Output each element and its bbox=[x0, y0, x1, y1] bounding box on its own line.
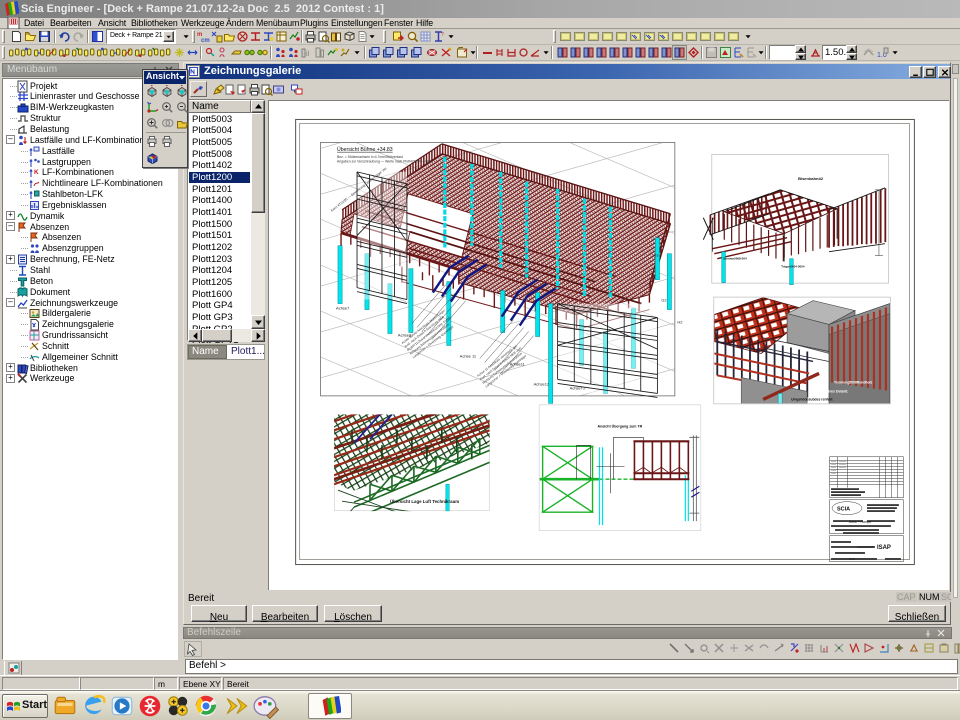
svg-text:Achse7: Achse7 bbox=[336, 306, 350, 311]
svg-text:Deck + Rampe: Deck + Rampe bbox=[849, 520, 872, 524]
svg-text:Bisenbahnö2: Bisenbahnö2 bbox=[798, 176, 824, 181]
svg-text:Übersicht Lage Luft Technikrau: Übersicht Lage Luft Technikraum bbox=[390, 499, 459, 504]
svg-text:G2: G2 bbox=[661, 298, 667, 303]
svg-text:il: il bbox=[306, 51, 310, 58]
svg-text:61Brex Detail1: 61Brex Detail1 bbox=[823, 389, 848, 393]
svg-text:cm: cm bbox=[201, 38, 210, 43]
svg-text:K: K bbox=[34, 169, 39, 176]
svg-text:Achse12: Achse12 bbox=[534, 381, 550, 386]
svg-text:Achse11: Achse11 bbox=[510, 361, 526, 366]
svg-text:Ansicht Übergang zum TR: Ansicht Übergang zum TR bbox=[598, 423, 643, 428]
svg-text:AchseT2: AchseT2 bbox=[570, 385, 587, 390]
svg-text:H2: H2 bbox=[677, 320, 683, 325]
svg-text:Achse8: Achse8 bbox=[398, 333, 412, 338]
svg-text:Achse 11: Achse 11 bbox=[460, 353, 477, 358]
svg-text:SCIA: SCIA bbox=[837, 507, 850, 513]
svg-text:?: ? bbox=[441, 32, 444, 38]
svg-text:Umgehödesubdes renfest: Umgehödesubdes renfest bbox=[791, 397, 833, 401]
svg-text:Übersicht Bühne +34.83: Übersicht Bühne +34.83 bbox=[337, 146, 393, 153]
svg-text:G2: G2 bbox=[653, 253, 659, 258]
svg-text:Angaben zur Verschraubung — We: Angaben zur Verschraubung — Werte nach P… bbox=[337, 159, 433, 163]
svg-text:Trennung5008Rundholz: Trennung5008Rundholz bbox=[834, 380, 873, 384]
svg-text:ISAP: ISAP bbox=[877, 545, 891, 551]
svg-text:Träger5004-5004: Träger5004-5004 bbox=[781, 265, 805, 269]
svg-text:Bez. = Stützenachsen h=4.7mm/S: Bez. = Stützenachsen h=4.7mm/Stützenlast bbox=[337, 155, 403, 159]
svg-text:Summe5008-504: Summe5008-504 bbox=[723, 257, 747, 261]
